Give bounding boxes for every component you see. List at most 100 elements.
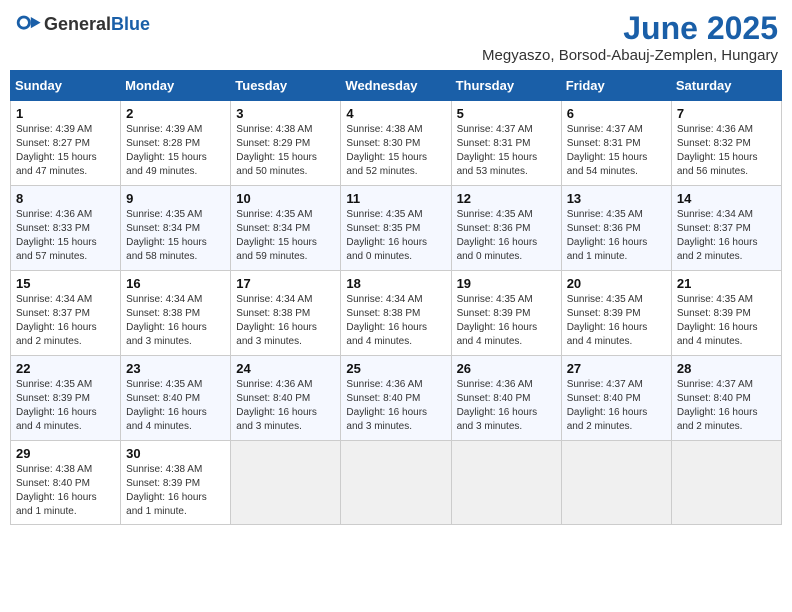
logo-blue: Blue <box>111 14 150 34</box>
day-number: 29 <box>16 446 115 461</box>
day-number: 1 <box>16 106 115 121</box>
day-detail: Sunrise: 4:38 AMSunset: 8:40 PMDaylight:… <box>16 463 115 519</box>
calendar-cell: 24Sunrise: 4:36 AMSunset: 8:40 PMDayligh… <box>231 356 341 441</box>
calendar-table: SundayMondayTuesdayWednesdayThursdayFrid… <box>10 70 782 525</box>
day-number: 25 <box>346 361 445 376</box>
month-year: June 2025 <box>482 10 778 47</box>
day-detail: Sunrise: 4:38 AMSunset: 8:29 PMDaylight:… <box>236 123 335 179</box>
calendar-cell: 4 Sunrise: 4:38 AMSunset: 8:30 PMDaylight… <box>341 101 451 186</box>
day-number: 23 <box>126 361 225 376</box>
day-detail: Sunrise: 4:36 AMSunset: 8:33 PMDaylight:… <box>16 208 115 264</box>
calendar-cell: 25 Sunrise: 4:36 AMSunset: 8:40 PMDayligh… <box>341 356 451 441</box>
day-detail: Sunrise: 4:35 AMSunset: 8:36 PMDaylight:… <box>567 208 666 264</box>
weekday-header-wednesday: Wednesday <box>341 71 451 101</box>
calendar-cell <box>341 441 451 525</box>
day-detail: Sunrise: 4:34 AMSunset: 8:37 PMDaylight:… <box>16 293 115 349</box>
day-detail: Sunrise: 4:36 AMSunset: 8:40 PMDaylight:… <box>457 378 556 434</box>
logo-general: General <box>44 14 111 34</box>
day-detail: Sunrise: 4:37 AMSunset: 8:40 PMDaylight:… <box>677 378 776 434</box>
day-number: 11 <box>346 191 445 206</box>
calendar-cell: 21Sunrise: 4:35 AMSunset: 8:39 PMDayligh… <box>671 271 781 356</box>
day-detail: Sunrise: 4:34 AMSunset: 8:38 PMDaylight:… <box>346 293 445 349</box>
day-number: 3 <box>236 106 335 121</box>
calendar-cell: 7Sunrise: 4:36 AMSunset: 8:32 PMDaylight… <box>671 101 781 186</box>
day-number: 9 <box>126 191 225 206</box>
day-number: 24 <box>236 361 335 376</box>
day-detail: Sunrise: 4:39 AMSunset: 8:28 PMDaylight:… <box>126 123 225 179</box>
day-detail: Sunrise: 4:38 AMSunset: 8:39 PMDaylight:… <box>126 463 225 519</box>
calendar-cell: 29 Sunrise: 4:38 AMSunset: 8:40 PMDayligh… <box>11 441 121 525</box>
calendar-cell: 3 Sunrise: 4:38 AMSunset: 8:29 PMDaylight… <box>231 101 341 186</box>
day-detail: Sunrise: 4:37 AMSunset: 8:40 PMDaylight:… <box>567 378 666 434</box>
calendar-cell <box>231 441 341 525</box>
calendar-cell: 11 Sunrise: 4:35 AMSunset: 8:35 PMDayligh… <box>341 186 451 271</box>
day-detail: Sunrise: 4:34 AMSunset: 8:38 PMDaylight:… <box>126 293 225 349</box>
calendar-cell <box>671 441 781 525</box>
weekday-header-tuesday: Tuesday <box>231 71 341 101</box>
day-detail: Sunrise: 4:35 AMSunset: 8:39 PMDaylight:… <box>16 378 115 434</box>
day-number: 26 <box>457 361 556 376</box>
calendar-cell: 16 Sunrise: 4:34 AMSunset: 8:38 PMDayligh… <box>121 271 231 356</box>
day-detail: Sunrise: 4:37 AMSunset: 8:31 PMDaylight:… <box>567 123 666 179</box>
location: Megyaszo, Borsod-Abauj-Zemplen, Hungary <box>482 47 778 64</box>
day-detail: Sunrise: 4:34 AMSunset: 8:38 PMDaylight:… <box>236 293 335 349</box>
calendar-cell: 28 Sunrise: 4:37 AMSunset: 8:40 PMDayligh… <box>671 356 781 441</box>
calendar-cell: 5Sunrise: 4:37 AMSunset: 8:31 PMDaylight… <box>451 101 561 186</box>
day-number: 19 <box>457 276 556 291</box>
day-detail: Sunrise: 4:35 AMSunset: 8:36 PMDaylight:… <box>457 208 556 264</box>
calendar-cell: 14Sunrise: 4:34 AMSunset: 8:37 PMDayligh… <box>671 186 781 271</box>
day-number: 10 <box>236 191 335 206</box>
calendar-cell: 19 Sunrise: 4:35 AMSunset: 8:39 PMDayligh… <box>451 271 561 356</box>
calendar-cell: 13 Sunrise: 4:35 AMSunset: 8:36 PMDayligh… <box>561 186 671 271</box>
day-detail: Sunrise: 4:35 AMSunset: 8:35 PMDaylight:… <box>346 208 445 264</box>
calendar-cell: 9 Sunrise: 4:35 AMSunset: 8:34 PMDaylight… <box>121 186 231 271</box>
weekday-header-sunday: Sunday <box>11 71 121 101</box>
day-number: 8 <box>16 191 115 206</box>
day-number: 5 <box>457 106 556 121</box>
title-area: June 2025 Megyaszo, Borsod-Abauj-Zemplen… <box>482 10 778 64</box>
logo-icon <box>14 10 42 38</box>
header: GeneralBlue June 2025 Megyaszo, Borsod-A… <box>10 10 782 64</box>
calendar-cell: 27 Sunrise: 4:37 AMSunset: 8:40 PMDayligh… <box>561 356 671 441</box>
day-detail: Sunrise: 4:35 AMSunset: 8:40 PMDaylight:… <box>126 378 225 434</box>
day-detail: Sunrise: 4:36 AMSunset: 8:40 PMDaylight:… <box>346 378 445 434</box>
day-detail: Sunrise: 4:38 AMSunset: 8:30 PMDaylight:… <box>346 123 445 179</box>
day-number: 4 <box>346 106 445 121</box>
day-number: 16 <box>126 276 225 291</box>
calendar-cell: 18 Sunrise: 4:34 AMSunset: 8:38 PMDayligh… <box>341 271 451 356</box>
calendar-cell: 10 Sunrise: 4:35 AMSunset: 8:34 PMDayligh… <box>231 186 341 271</box>
calendar-cell <box>451 441 561 525</box>
day-detail: Sunrise: 4:36 AMSunset: 8:32 PMDaylight:… <box>677 123 776 179</box>
day-number: 12 <box>457 191 556 206</box>
weekday-header-saturday: Saturday <box>671 71 781 101</box>
day-detail: Sunrise: 4:35 AMSunset: 8:39 PMDaylight:… <box>457 293 556 349</box>
day-detail: Sunrise: 4:35 AMSunset: 8:34 PMDaylight:… <box>236 208 335 264</box>
calendar-cell: 6 Sunrise: 4:37 AMSunset: 8:31 PMDaylight… <box>561 101 671 186</box>
day-number: 13 <box>567 191 666 206</box>
day-number: 18 <box>346 276 445 291</box>
day-number: 2 <box>126 106 225 121</box>
day-number: 30 <box>126 446 225 461</box>
weekday-header-friday: Friday <box>561 71 671 101</box>
day-detail: Sunrise: 4:39 AMSunset: 8:27 PMDaylight:… <box>16 123 115 179</box>
logo: GeneralBlue <box>14 10 150 38</box>
day-number: 6 <box>567 106 666 121</box>
weekday-header-thursday: Thursday <box>451 71 561 101</box>
day-detail: Sunrise: 4:35 AMSunset: 8:34 PMDaylight:… <box>126 208 225 264</box>
calendar-cell: 20Sunrise: 4:35 AMSunset: 8:39 PMDayligh… <box>561 271 671 356</box>
calendar-cell: 30 Sunrise: 4:38 AMSunset: 8:39 PMDayligh… <box>121 441 231 525</box>
calendar-cell: 23 Sunrise: 4:35 AMSunset: 8:40 PMDayligh… <box>121 356 231 441</box>
day-detail: Sunrise: 4:35 AMSunset: 8:39 PMDaylight:… <box>567 293 666 349</box>
calendar-cell: 2 Sunrise: 4:39 AMSunset: 8:28 PMDaylight… <box>121 101 231 186</box>
calendar-cell: 22 Sunrise: 4:35 AMSunset: 8:39 PMDayligh… <box>11 356 121 441</box>
day-number: 27 <box>567 361 666 376</box>
day-detail: Sunrise: 4:34 AMSunset: 8:37 PMDaylight:… <box>677 208 776 264</box>
day-number: 17 <box>236 276 335 291</box>
calendar-cell: 1 Sunrise: 4:39 AMSunset: 8:27 PMDaylight… <box>11 101 121 186</box>
day-number: 15 <box>16 276 115 291</box>
day-number: 22 <box>16 361 115 376</box>
calendar-cell: 17 Sunrise: 4:34 AMSunset: 8:38 PMDayligh… <box>231 271 341 356</box>
day-number: 28 <box>677 361 776 376</box>
calendar-cell: 26 Sunrise: 4:36 AMSunset: 8:40 PMDayligh… <box>451 356 561 441</box>
calendar-cell <box>561 441 671 525</box>
